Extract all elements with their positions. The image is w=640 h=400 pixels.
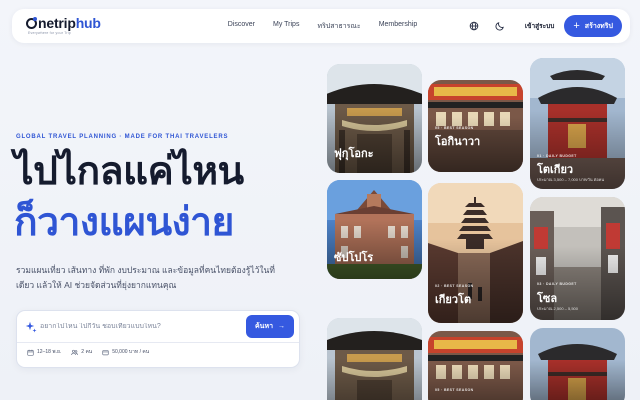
card-city: เกียวโต bbox=[435, 294, 472, 306]
search-input[interactable] bbox=[40, 323, 246, 330]
search-filters: 12–18 พ.ย. 2 คน 50,000 บาท / คน bbox=[27, 348, 149, 356]
trip-search-box: ค้นหา → 12–18 พ.ย. 2 คน 50,000 บาท / คน bbox=[16, 310, 300, 368]
nav-discover[interactable]: Discover bbox=[228, 21, 255, 32]
ai-sparkle-icon bbox=[25, 321, 37, 332]
arrow-right-icon: → bbox=[278, 323, 285, 330]
card-meta: 03 · DAILY BUDGET bbox=[537, 282, 577, 286]
card-meta: 05 · BEST SEASON bbox=[435, 388, 474, 392]
logo-mark-icon bbox=[26, 16, 37, 29]
nav-membership[interactable]: Membership bbox=[379, 21, 418, 32]
search-button-label: ค้นหา bbox=[254, 323, 273, 330]
plus-icon: + bbox=[573, 19, 580, 32]
nav-my-trips[interactable]: My Trips bbox=[273, 21, 299, 32]
destination-card-market-2[interactable]: 05 · BEST SEASON bbox=[428, 331, 523, 400]
card-price: ประมาณ 2,500 – 5,500 bbox=[537, 306, 579, 311]
budget-filter-value: 50,000 บาท / คน bbox=[112, 349, 150, 355]
destination-card-seoul[interactable]: 03 · DAILY BUDGET โซล ประมาณ 2,500 – 5,5… bbox=[530, 197, 625, 320]
hero-heading-line1: ไปไกลแค่ไหน bbox=[14, 150, 244, 193]
nav-actions: เข้าสู่ระบบ + สร้างทริป bbox=[467, 15, 622, 37]
travelers-filter[interactable]: 2 คน bbox=[71, 348, 92, 356]
date-filter-value: 12–18 พ.ย. bbox=[37, 349, 62, 355]
card-city: ซัปโปโร bbox=[334, 252, 374, 264]
create-trip-label: สร้างทริป bbox=[584, 22, 613, 30]
card-meta: 02 · BEST SEASON bbox=[435, 284, 474, 288]
wallet-icon bbox=[102, 349, 109, 355]
search-button[interactable]: ค้นหา → bbox=[246, 315, 294, 338]
destination-card-fukuoka[interactable]: ฟุกุโอกะ bbox=[327, 64, 422, 173]
card-city: ฟุกุโอกะ bbox=[334, 148, 374, 160]
destination-card-kyoto[interactable]: 02 · BEST SEASON เกียวโต bbox=[428, 183, 523, 323]
search-row: ค้นหา → bbox=[17, 311, 299, 343]
language-globe-icon[interactable] bbox=[467, 19, 481, 33]
calendar-icon bbox=[27, 349, 34, 356]
nav-public-trips[interactable]: ทริปสาธารณะ bbox=[317, 21, 360, 32]
login-link[interactable]: เข้าสู่ระบบ bbox=[525, 21, 555, 31]
main-menu: Discover My Trips ทริปสาธารณะ Membership bbox=[228, 21, 417, 32]
travelers-filter-value: 2 คน bbox=[81, 349, 93, 355]
destination-card-sapporo[interactable]: ซัปโปโร bbox=[327, 180, 422, 279]
brand-name-dark: netrip bbox=[38, 15, 76, 32]
card-price: ประมาณ 3,500 – 7,000 บาท/วัน ต่อคน bbox=[537, 177, 605, 182]
create-trip-button[interactable]: + สร้างทริป bbox=[564, 15, 622, 37]
brand-name-blue: hub bbox=[75, 15, 101, 32]
hero-heading-line2: ก็วางแผนง่าย bbox=[14, 201, 234, 244]
brand-tagline: Everywhere for your Trip bbox=[28, 31, 71, 36]
date-filter[interactable]: 12–18 พ.ย. bbox=[27, 348, 61, 356]
destination-card-shrine-2[interactable] bbox=[327, 318, 422, 400]
dark-mode-moon-icon[interactable] bbox=[493, 19, 507, 33]
destination-card-temple-2[interactable] bbox=[530, 328, 625, 400]
card-meta: 01 · DAILY BUDGET bbox=[537, 154, 577, 158]
hero-description: รวมแผนเที่ยว เส้นทาง ที่พัก งบประมาณ และ… bbox=[16, 265, 275, 290]
hero-eyebrow: GLOBAL TRAVEL PLANNING · MADE FOR THAI T… bbox=[16, 134, 229, 140]
top-nav: netrip hub Everywhere for your Trip Disc… bbox=[12, 9, 630, 43]
people-icon bbox=[71, 349, 79, 355]
destination-card-tokyo[interactable]: 01 · DAILY BUDGET โตเกียว ประมาณ 3,500 –… bbox=[530, 58, 625, 189]
card-city: โอกินาวา bbox=[435, 136, 481, 148]
card-meta: 05 · BEST SEASON bbox=[435, 126, 474, 130]
brand-logo[interactable]: netrip hub Everywhere for your Trip bbox=[26, 16, 101, 36]
budget-filter[interactable]: 50,000 บาท / คน bbox=[102, 348, 149, 356]
destination-card-okinawa[interactable]: 05 · BEST SEASON โอกินาวา bbox=[428, 80, 523, 172]
